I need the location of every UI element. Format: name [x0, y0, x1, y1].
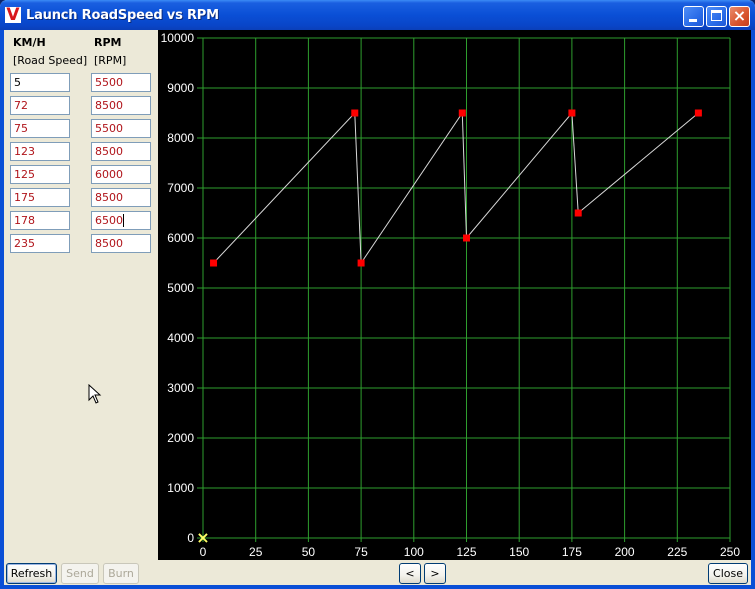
- rpm-column-subheader: [RPM]: [94, 54, 127, 67]
- close-icon: ×: [732, 6, 747, 25]
- roadspeed-rpm-chart[interactable]: 0 25 50 75 100 125 150 175 200 225 250 0 1000 2000 300…: [158, 30, 751, 560]
- text-caret: [123, 214, 124, 227]
- mouse-cursor-icon: [88, 384, 102, 404]
- refresh-button[interactable]: Refresh: [6, 563, 57, 584]
- app-logo-letter: V: [6, 5, 20, 25]
- x-tick-label: 125: [456, 545, 476, 559]
- data-point[interactable]: [463, 234, 470, 242]
- x-tick-label: 250: [720, 545, 740, 559]
- x-tick-label: 50: [302, 545, 316, 559]
- speed-input[interactable]: 5: [10, 73, 70, 92]
- data-point[interactable]: [694, 109, 702, 117]
- next-button[interactable]: >: [424, 563, 446, 584]
- app-logo-icon: V: [5, 5, 21, 25]
- maximize-button[interactable]: [706, 6, 727, 27]
- data-point[interactable]: [351, 109, 359, 117]
- data-point[interactable]: [357, 259, 365, 267]
- rpm-input[interactable]: 8500: [91, 188, 151, 207]
- series-line-segment: [571, 112, 579, 214]
- burn-button[interactable]: Burn: [103, 563, 139, 584]
- y-tick-label: 1000: [167, 481, 194, 495]
- rpm-input[interactable]: 8500: [91, 234, 151, 253]
- speed-input[interactable]: 75: [10, 119, 70, 138]
- data-point[interactable]: [458, 109, 466, 117]
- speed-input[interactable]: 178: [10, 211, 70, 230]
- rpm-input[interactable]: 8500: [91, 96, 151, 115]
- maximize-icon: [711, 10, 722, 21]
- speed-column-subheader: [Road Speed]: [13, 54, 88, 67]
- x-tick-label: 200: [615, 545, 635, 559]
- data-point[interactable]: [568, 109, 576, 117]
- y-tick-label: 9000: [167, 81, 194, 95]
- y-tick-label: 5000: [167, 281, 194, 295]
- title-bar[interactable]: V Launch RoadSpeed vs RPM ×: [0, 0, 755, 30]
- minimize-button[interactable]: [683, 6, 704, 27]
- y-tick-label: 0: [187, 531, 194, 545]
- window-frame-left: [0, 30, 4, 589]
- speed-input[interactable]: 123: [10, 142, 70, 161]
- origin-marker: ×: [196, 528, 209, 547]
- send-button[interactable]: Send: [61, 563, 99, 584]
- rpm-input[interactable]: 5500: [91, 119, 151, 138]
- x-tick-label: 75: [354, 545, 368, 559]
- rpm-input[interactable]: 8500: [91, 142, 151, 161]
- rpm-input[interactable]: 5500: [91, 73, 151, 92]
- close-window-button[interactable]: ×: [729, 6, 750, 27]
- y-tick-label: 4000: [167, 331, 194, 345]
- speed-input[interactable]: 72: [10, 96, 70, 115]
- speed-column-header: KM/H: [13, 36, 46, 49]
- x-tick-label: 0: [200, 545, 207, 559]
- y-tick-label: 8000: [167, 131, 194, 145]
- app-window: V Launch RoadSpeed vs RPM × KM/H [Road S…: [0, 0, 755, 589]
- speed-input[interactable]: 175: [10, 188, 70, 207]
- chart-area[interactable]: 0 25 50 75 100 125 150 175 200 225 250 0 1000 2000 300…: [158, 30, 751, 560]
- series-line-segment: [461, 112, 467, 239]
- speed-input[interactable]: 125: [10, 165, 70, 184]
- rpm-input-text: 6500: [95, 214, 123, 227]
- rpm-column-header: RPM: [94, 36, 122, 49]
- window-title: Launch RoadSpeed vs RPM: [26, 8, 219, 23]
- y-tick-label: 3000: [167, 381, 194, 395]
- window-frame-bottom: [0, 585, 755, 589]
- y-tick-label: 6000: [167, 231, 194, 245]
- previous-button[interactable]: <: [399, 563, 421, 584]
- window-frame-right: [751, 30, 755, 589]
- x-tick-label: 25: [249, 545, 263, 559]
- minimize-icon: [689, 19, 697, 22]
- y-tick-label: 7000: [167, 181, 194, 195]
- x-tick-label: 175: [562, 545, 582, 559]
- data-point[interactable]: [574, 209, 582, 217]
- rpm-input[interactable]: 6500: [91, 211, 151, 230]
- x-tick-label: 225: [667, 545, 687, 559]
- series-line-segment: [577, 112, 699, 214]
- y-tick-label: 10000: [161, 31, 195, 45]
- data-point[interactable]: [210, 259, 218, 267]
- x-tick-label: 100: [404, 545, 424, 559]
- speed-input[interactable]: 235: [10, 234, 70, 253]
- close-button[interactable]: Close: [708, 563, 748, 584]
- rpm-input[interactable]: 6000: [91, 165, 151, 184]
- x-tick-label: 150: [509, 545, 529, 559]
- y-tick-label: 2000: [167, 431, 194, 445]
